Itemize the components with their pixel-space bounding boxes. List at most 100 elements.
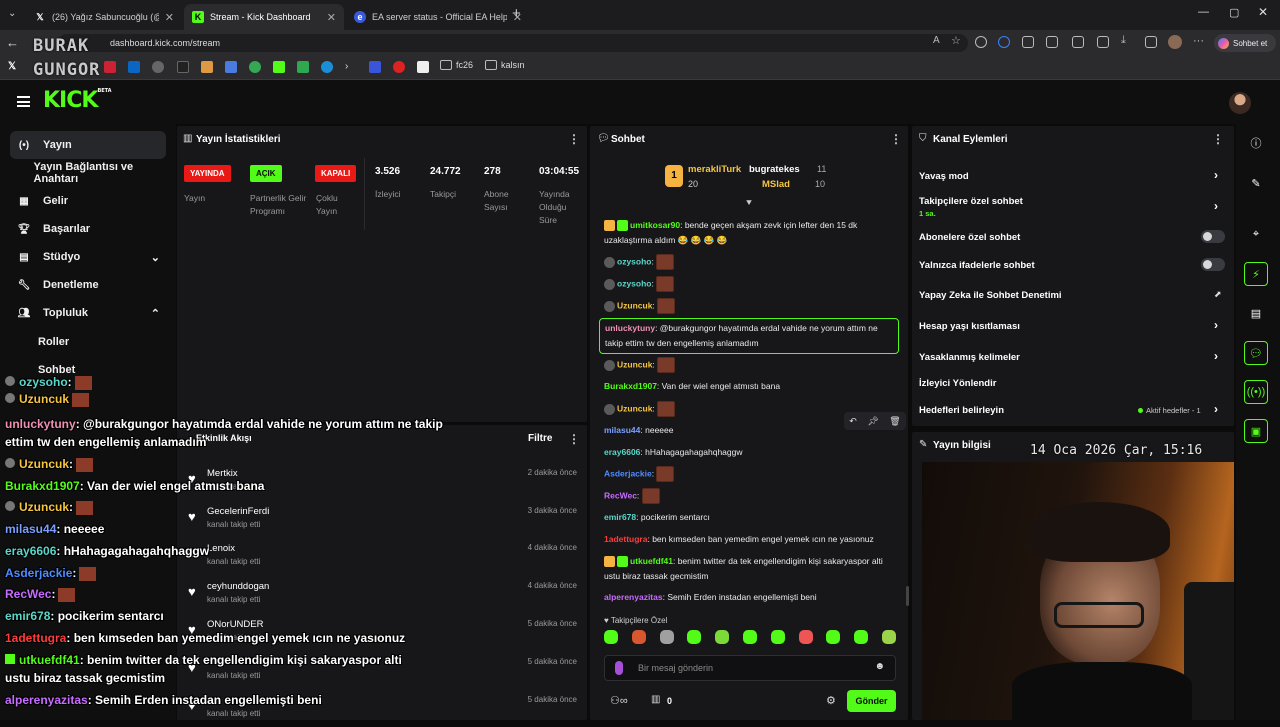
bookmark-icon[interactable] <box>104 61 116 73</box>
chat-username[interactable]: Burakxd1907 <box>604 381 657 391</box>
favorites-icon[interactable] <box>1097 36 1109 48</box>
info-icon[interactable]: ⓘ <box>1244 131 1268 155</box>
chat-message[interactable]: unluckytuny: @burakgungor hayatımda erda… <box>599 318 899 354</box>
tab-list-chevron-icon[interactable]: ⌄ <box>8 8 16 19</box>
layout-icon[interactable]: ▣ <box>1244 419 1268 443</box>
emote-icon[interactable] <box>742 630 757 644</box>
copilot-button[interactable]: Sohbet et <box>1214 34 1276 52</box>
chat-username[interactable]: RecWec <box>604 490 637 500</box>
chat-message[interactable]: Uzuncuk: <box>604 298 900 314</box>
edit-icon[interactable]: ✎ <box>1244 171 1268 195</box>
chat-username[interactable]: Uzuncuk <box>617 359 652 369</box>
tab-ea[interactable]: e EA server status - Official EA Help ✕ <box>346 4 530 30</box>
bookmark-icon[interactable]: › <box>345 61 357 73</box>
bookmark-icon[interactable] <box>201 61 213 73</box>
extension-icon[interactable] <box>998 36 1010 48</box>
chat-username[interactable]: alperenyazitas <box>604 592 663 602</box>
download-icon[interactable]: ⤓ <box>1121 34 1133 46</box>
chat-username[interactable]: umitkosar90 <box>630 220 680 230</box>
document-icon[interactable]: ▤ <box>1244 301 1268 325</box>
sidebar-item-basarilar[interactable]: 🏆︎ Başarılar <box>10 215 166 243</box>
chevron-right-icon[interactable]: › <box>1214 402 1218 416</box>
url-field[interactable]: dashboard.kick.com/stream <box>58 34 968 52</box>
emote-icon[interactable] <box>659 630 674 644</box>
chat-message[interactable]: Uzuncuk: <box>604 357 900 373</box>
bookmark-icon[interactable] <box>417 61 429 73</box>
follower-name[interactable]: GecelerinFerdi <box>207 506 269 517</box>
chevron-right-icon[interactable]: › <box>1214 199 1218 213</box>
bookmark-icon[interactable] <box>393 61 405 73</box>
bookmark-folder-kalsin[interactable]: kalsın <box>485 60 525 70</box>
chat-message[interactable]: utkuefdf41: benim twitter da tek engelle… <box>604 554 900 584</box>
profile-avatar[interactable] <box>1168 35 1182 49</box>
emote-icon[interactable] <box>854 630 869 644</box>
favorite-star-icon[interactable]: ☆ <box>951 34 963 47</box>
sidebar-item-yayin[interactable]: (•) Yayın <box>10 131 166 159</box>
follower-name[interactable]: ONorUNDER <box>207 619 263 630</box>
chevron-right-icon[interactable]: › <box>1214 168 1218 182</box>
tab-x[interactable]: 𝕏 (26) Yağız Sabuncuoğlu (@yagosa ✕ <box>26 4 182 30</box>
x-bookmark-icon[interactable]: 𝕏 <box>8 61 20 73</box>
chat-username[interactable]: emir678 <box>604 512 636 522</box>
back-arrow-icon[interactable]: ← <box>6 35 19 50</box>
close-window-icon[interactable]: ✕ <box>1258 5 1268 19</box>
more-menu-icon[interactable]: ··· <box>1193 35 1204 47</box>
action-goals[interactable]: Hedefleri belirleyin <box>919 405 1004 416</box>
sidebar-item-stream-key[interactable]: Yayın Bağlantısı ve Anahtarı <box>10 159 166 187</box>
external-link-icon[interactable]: ⬈ <box>1214 289 1222 300</box>
chat-username[interactable]: ozysoho <box>617 256 651 266</box>
gift-icon[interactable]: ▥ <box>651 694 660 705</box>
sidebar-item-topluluk[interactable]: 👥︎ Topluluk ⌃ <box>10 299 166 327</box>
bookmark-icon[interactable] <box>152 61 164 73</box>
kick-logo[interactable]: KICKBETA <box>43 88 112 113</box>
emoji-icon[interactable]: ☻ <box>874 661 885 672</box>
bookmark-icon[interactable] <box>177 61 189 73</box>
settings-gear-icon[interactable]: ⚙ <box>826 694 836 707</box>
bookmark-icon[interactable] <box>225 61 237 73</box>
chat-message[interactable]: Burakxd1907: Van der wiel engel atmıstı … <box>604 379 900 394</box>
chat-username[interactable]: milasu44 <box>604 425 640 435</box>
action-raid[interactable]: İzleyici Yönlendir <box>919 378 996 389</box>
more-vertical-icon[interactable]: ⋮ <box>568 132 580 146</box>
bookmark-icon[interactable] <box>249 61 261 73</box>
chat-message[interactable]: RecWec: <box>604 488 900 504</box>
sidebar-item-denetleme[interactable]: 🔧︎ Denetleme <box>10 271 166 299</box>
chat-username[interactable]: Uzuncuk <box>617 300 652 310</box>
action-account-age[interactable]: Hesap yaşı kısıtlaması <box>919 321 1020 332</box>
chat-username[interactable]: 1adettugra <box>604 534 647 544</box>
chat-input[interactable]: Bir mesaj gönderin ☻ <box>604 655 896 681</box>
screenshot-icon[interactable] <box>1145 36 1157 48</box>
undo-icon[interactable]: ↶ <box>849 416 857 427</box>
chat-username[interactable]: ozysoho <box>617 278 651 288</box>
bookmark-icon[interactable] <box>369 61 381 73</box>
emote-icon[interactable] <box>687 630 702 644</box>
hamburger-menu-icon[interactable] <box>17 96 30 107</box>
filter-button[interactable]: Filtre <box>528 433 552 444</box>
emote-icon[interactable] <box>604 630 618 644</box>
chat-username[interactable]: unluckytuny <box>605 323 655 333</box>
emote-only-toggle[interactable] <box>1201 258 1225 271</box>
emote-icon[interactable] <box>881 630 896 644</box>
bookmark-icon[interactable] <box>297 61 309 73</box>
linkedin-bookmark-icon[interactable] <box>128 61 140 73</box>
sidebar-item-roller[interactable]: Roller <box>10 328 166 356</box>
chat-message[interactable]: emir678: pocikerim sentarcı <box>604 510 900 525</box>
sidebar-item-gelir[interactable]: ▦ Gelir <box>10 187 166 215</box>
follower-name[interactable]: Lenoix <box>207 543 235 554</box>
chat-username[interactable]: utkuefdf41 <box>630 556 673 566</box>
action-followers-only[interactable]: Takipçilere özel sohbet <box>919 196 1023 207</box>
chat-scrollbar[interactable] <box>906 586 909 606</box>
close-icon[interactable]: ✕ <box>327 11 336 24</box>
minimize-icon[interactable]: — <box>1198 6 1209 18</box>
chat-username[interactable]: Uzuncuk <box>617 403 652 413</box>
extension-icon[interactable] <box>1022 36 1034 48</box>
chat-message[interactable]: umitkosar90: bende geçen akşam zevk için… <box>604 218 900 248</box>
tab-kick[interactable]: K Stream - Kick Dashboard ✕ <box>184 4 344 30</box>
trash-icon[interactable]: 🗑︎ <box>889 416 900 427</box>
users-infinity-icon[interactable]: ⚇∞ <box>610 694 628 707</box>
target-icon[interactable]: ⌖ <box>1244 222 1268 246</box>
emote-icon[interactable] <box>770 630 785 644</box>
collapse-arrow-icon[interactable]: ⯆ <box>745 198 753 209</box>
more-vertical-icon[interactable]: ⋮ <box>890 132 902 146</box>
sidebar-item-studyo[interactable]: ▤ Stüdyo ⌄ <box>10 243 166 271</box>
